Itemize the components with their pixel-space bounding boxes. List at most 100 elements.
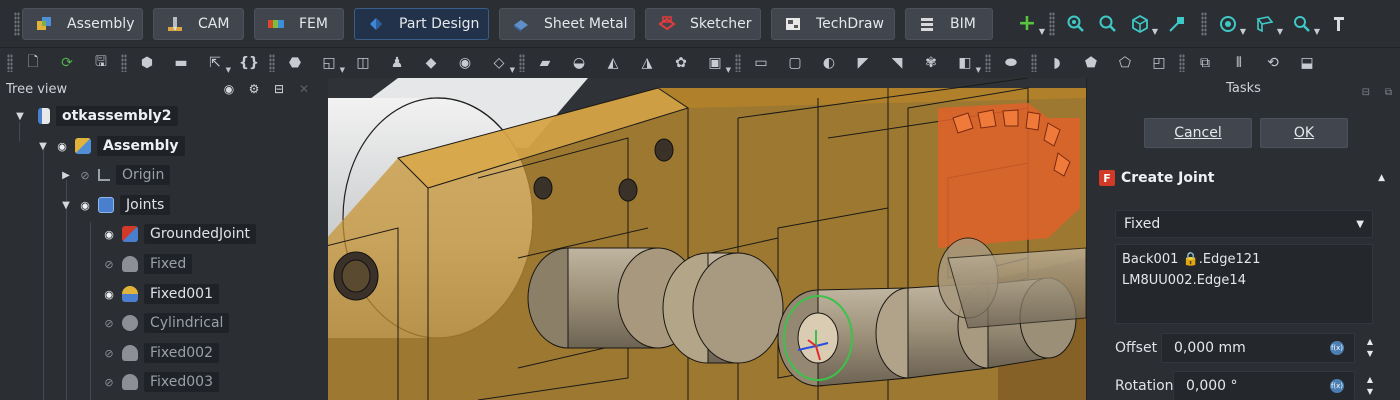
linear-pattern-icon[interactable]: ⫴ (1230, 54, 1248, 72)
show-hide-icon[interactable]: ◉ (222, 82, 236, 96)
expression-icon[interactable]: f(x) (1330, 379, 1344, 393)
datum-plane-icon[interactable]: ◇ ▼ (490, 54, 515, 74)
groove-icon[interactable]: ◐ (820, 54, 838, 72)
toolbar-grip[interactable] (121, 54, 127, 72)
tree-item-fixed002[interactable]: ⊘ Fixed002 (102, 341, 219, 365)
create-joint-section-header[interactable]: F Create Joint ▲ (1099, 166, 1391, 190)
zoom-selection-icon[interactable] (1097, 13, 1119, 35)
isometric-view-icon[interactable]: ▼ (1129, 13, 1158, 36)
tree-item-origin[interactable]: ▶ ⊘ Origin (60, 163, 171, 187)
toolbar-grip[interactable] (1031, 54, 1037, 72)
measure-icon[interactable] (1166, 13, 1188, 35)
toolbar-grip[interactable] (1049, 11, 1055, 36)
offset-input[interactable]: 0,000 mm f(x) (1161, 333, 1355, 363)
additive-helix-icon[interactable]: ✿ (672, 54, 690, 72)
expand-arrow-icon[interactable]: ▼ (37, 141, 49, 152)
workbench-part-design-button[interactable]: Part Design (354, 7, 489, 40)
draft-icon[interactable]: ⬠ (1116, 54, 1134, 72)
toolbar-grip[interactable] (269, 54, 275, 72)
tree-item-fixed[interactable]: ⊘ Fixed (102, 252, 193, 276)
tree-item-document[interactable]: ▼ otkassembly2 (14, 104, 178, 128)
chamfer-icon[interactable]: ⬟ (1082, 54, 1100, 72)
hidden-eye-icon[interactable]: ⊘ (102, 316, 116, 330)
subtractive-pipe-icon[interactable]: ◥ (888, 54, 906, 72)
tree-item-grounded-joint[interactable]: ◉ GroundedJoint (102, 222, 256, 246)
pocket-icon[interactable]: ▭ (752, 54, 770, 72)
hidden-eye-icon[interactable]: ⊘ (102, 375, 116, 389)
expression-icon[interactable]: {} (239, 54, 259, 72)
rotation-spinner-icon[interactable]: ▲ ▼ (1365, 374, 1375, 398)
clone-icon[interactable]: ♟ (388, 54, 406, 72)
hole-icon[interactable]: ▢ (786, 54, 804, 72)
multi-transform-icon[interactable]: ⬓ (1298, 54, 1316, 72)
collapse-arrow-icon[interactable]: ▶ (60, 170, 72, 181)
zoom-options-icon[interactable]: ▼ (1291, 13, 1320, 36)
subtractive-loft-icon[interactable]: ◤ (854, 54, 872, 72)
expand-arrow-icon[interactable]: ▼ (14, 111, 26, 122)
thickness-icon[interactable]: ◰ (1150, 54, 1168, 72)
new-sketch-icon[interactable]: ⬣ (286, 54, 304, 72)
add-workbench-icon[interactable]: + ▼ (1016, 11, 1045, 36)
workbench-sketcher-button[interactable]: Sketcher (645, 7, 761, 40)
new-document-icon[interactable]: 🗋 (24, 54, 42, 72)
workbench-bim-button[interactable]: BIM (905, 7, 993, 40)
additive-loft-icon[interactable]: ◭ (604, 54, 622, 72)
subtractive-helix-icon[interactable]: ✾ (922, 54, 940, 72)
clipping-plane-icon[interactable]: ▼ (1254, 13, 1283, 36)
collapse-section-icon[interactable]: ▲ (1378, 173, 1385, 183)
tree-item-fixed001[interactable]: ◉ Fixed001 (102, 282, 219, 306)
tree-item-cylindrical[interactable]: ⊘ Cylindrical (102, 311, 230, 335)
cancel-button[interactable]: Cancel (1144, 118, 1252, 148)
toolbar-grip[interactable] (7, 54, 13, 72)
3d-viewport[interactable] (328, 78, 1086, 400)
expression-icon[interactable]: f(x) (1330, 341, 1344, 355)
zoom-fit-all-icon[interactable] (1065, 13, 1087, 35)
whats-this-icon[interactable] (1328, 13, 1350, 35)
workbench-fem-button[interactable]: FEM (254, 7, 344, 40)
offset-spinner-icon[interactable]: ▲ ▼ (1365, 336, 1375, 360)
joint-type-dropdown[interactable]: Fixed ▼ (1115, 210, 1373, 238)
mirrored-icon[interactable]: ⧉ (1196, 54, 1214, 72)
draw-style-icon[interactable]: ▼ (1217, 13, 1246, 36)
joint-references-list[interactable]: Back001 🔒.Edge121 LM8UU002.Edge14 (1115, 244, 1373, 324)
settings-icon[interactable]: ⚙ (247, 82, 261, 96)
boolean-icon[interactable]: ⬬ (1002, 54, 1020, 72)
visibility-eye-icon[interactable]: ◉ (102, 287, 116, 301)
pad-icon[interactable]: ▰ (536, 54, 554, 72)
workbench-sheet-metal-button[interactable]: Sheet Metal (499, 7, 635, 40)
shape-binder-icon[interactable]: ◆ (422, 54, 440, 72)
save-document-icon[interactable]: 🖫 (92, 54, 110, 72)
additive-primitive-icon[interactable]: ▣ ▼ (706, 54, 731, 74)
validate-sketch-icon[interactable]: ◫ (354, 54, 372, 72)
visibility-eye-icon[interactable]: ◉ (102, 227, 116, 241)
fillet-icon[interactable]: ◗ (1048, 54, 1066, 72)
close-panel-icon[interactable]: ✕ (297, 82, 311, 96)
hidden-eye-icon[interactable]: ⊘ (78, 168, 92, 182)
dock-panel-icon[interactable]: ⊟ (1362, 82, 1370, 104)
subtractive-primitive-icon[interactable]: ◧ ▼ (956, 54, 981, 74)
workbench-techdraw-button[interactable]: TechDraw (771, 7, 895, 40)
hidden-eye-icon[interactable]: ⊘ (102, 346, 116, 360)
polar-pattern-icon[interactable]: ⟲ (1264, 54, 1282, 72)
toolbar-grip[interactable] (985, 54, 991, 72)
sub-shape-binder-icon[interactable]: ◉ (456, 54, 474, 72)
additive-pipe-icon[interactable]: ◮ (638, 54, 656, 72)
float-panel-icon[interactable]: ⧉ (1385, 82, 1392, 104)
rotation-input[interactable]: 0,000 ° f(x) (1173, 371, 1355, 400)
reference-item[interactable]: LM8UU002.Edge14 (1122, 270, 1366, 291)
toolbar-grip[interactable] (519, 54, 525, 72)
attach-sketch-icon[interactable]: ◱ ▼ (320, 54, 345, 74)
reference-item[interactable]: Back001 🔒.Edge121 (1122, 249, 1366, 270)
open-document-icon[interactable]: ⟳ (58, 54, 76, 72)
visibility-eye-icon[interactable]: ◉ (55, 139, 69, 153)
workbench-assembly-button[interactable]: Assembly (22, 7, 143, 40)
toolbar-grip[interactable] (735, 54, 741, 72)
revolution-icon[interactable]: ◒ (570, 54, 588, 72)
visibility-eye-icon[interactable]: ◉ (78, 198, 92, 212)
create-body-icon[interactable]: ⬢ (138, 54, 156, 72)
tree-item-joints[interactable]: ▼ ◉ Joints (60, 193, 171, 217)
ok-button[interactable]: OK (1260, 118, 1348, 148)
export-icon[interactable]: ⇱ ▼ (206, 54, 231, 74)
expand-arrow-icon[interactable]: ▼ (60, 200, 72, 211)
tree-item-fixed003[interactable]: ⊘ Fixed003 (102, 370, 219, 394)
